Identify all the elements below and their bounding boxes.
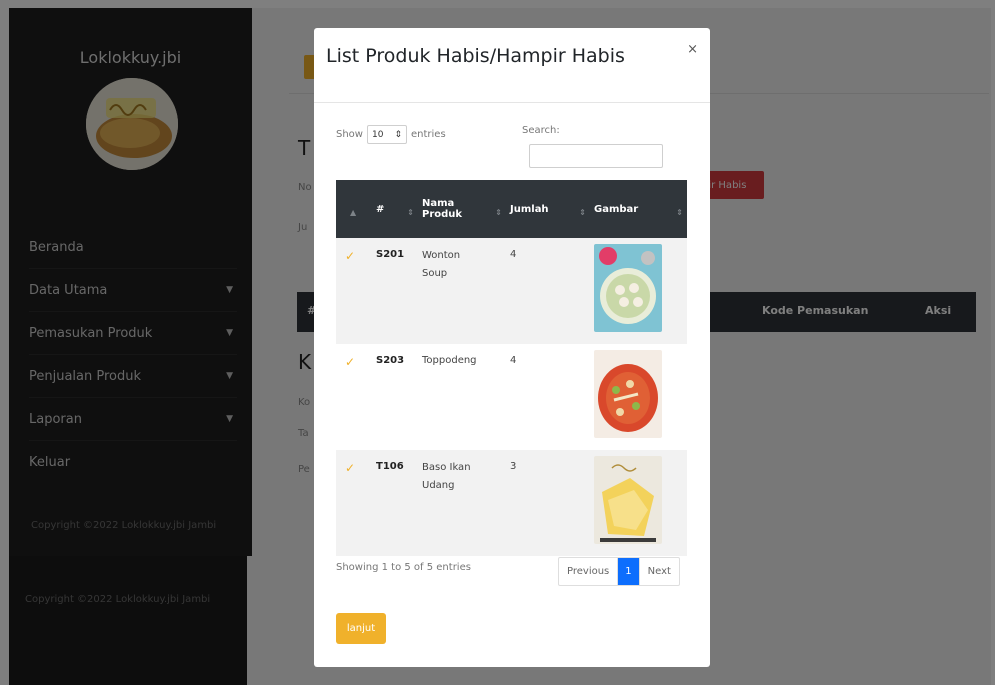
pagination-previous[interactable]: Previous	[559, 558, 617, 585]
column-header-number[interactable]: # ⇕	[372, 180, 418, 238]
product-image-wonton-soup	[594, 244, 662, 332]
select-arrows-icon: ⇕	[394, 129, 402, 140]
sort-icon: ⇕	[579, 208, 586, 217]
product-qty: 4	[510, 249, 517, 260]
search-input[interactable]	[529, 144, 663, 168]
pagination-page-1[interactable]: 1	[617, 558, 639, 585]
product-image-toppodeng	[594, 350, 662, 438]
length-label: Show	[336, 129, 363, 140]
produk-habis-modal: List Produk Habis/Hampir Habis × Show 10…	[314, 28, 710, 667]
table-info: Showing 1 to 5 of 5 entries	[336, 562, 471, 573]
product-name: Wonton Soup	[422, 250, 461, 279]
column-header-select[interactable]: ▲	[336, 180, 372, 238]
modal-header: List Produk Habis/Hampir Habis ×	[314, 28, 710, 103]
column-header-gambar[interactable]: Gambar ⇕	[590, 180, 687, 238]
sort-icon: ⇕	[407, 208, 414, 217]
sort-icon: ⇕	[495, 208, 502, 217]
pagination-next[interactable]: Next	[638, 558, 679, 585]
pagination: Previous 1 Next	[558, 557, 680, 586]
product-code: S203	[376, 355, 405, 366]
product-name: Baso Ikan Udang	[422, 462, 471, 491]
product-qty: 3	[510, 461, 517, 472]
entries-select[interactable]: 10 ⇕	[366, 125, 407, 144]
column-header-label: #	[376, 203, 385, 215]
product-name: Toppodeng	[422, 355, 477, 366]
sort-icon: ▲	[350, 208, 357, 217]
product-code: S201	[376, 249, 405, 260]
product-qty: 4	[510, 355, 517, 366]
modal-title: List Produk Habis/Hampir Habis	[326, 45, 625, 67]
entries-length-control: Show 10 ⇕ entries	[336, 125, 446, 144]
product-image-baso-ikan-udang	[594, 456, 662, 544]
table-row[interactable]: ✓ S203 Toppodeng 4	[336, 344, 687, 450]
column-header-label: Nama Produk	[422, 198, 463, 220]
entries-select-value: 10	[371, 129, 384, 140]
column-header-nama-produk[interactable]: Nama Produk ⇕	[418, 180, 506, 238]
check-icon: ✓	[345, 355, 356, 369]
column-header-jumlah[interactable]: Jumlah ⇕	[506, 180, 590, 238]
table-row[interactable]: ✓ S201 Wonton Soup 4	[336, 238, 687, 344]
table-row[interactable]: ✓ T106 Baso Ikan Udang 3	[336, 450, 687, 556]
product-code: T106	[376, 461, 404, 472]
check-icon: ✓	[345, 461, 356, 475]
search-label: Search:	[522, 125, 560, 136]
table-header-row: ▲ # ⇕ Nama Produk ⇕ Jumlah ⇕ Gambar ⇕	[336, 180, 687, 238]
sort-icon: ⇕	[676, 208, 683, 217]
check-icon: ✓	[345, 249, 356, 263]
products-table: ▲ # ⇕ Nama Produk ⇕ Jumlah ⇕ Gambar ⇕ ✓ S201…	[336, 180, 687, 556]
lanjut-button[interactable]: lanjut	[336, 613, 386, 644]
column-header-label: Gambar	[594, 203, 639, 215]
close-icon[interactable]: ×	[687, 42, 698, 57]
length-label: entries	[410, 129, 446, 140]
column-header-label: Jumlah	[510, 203, 549, 215]
